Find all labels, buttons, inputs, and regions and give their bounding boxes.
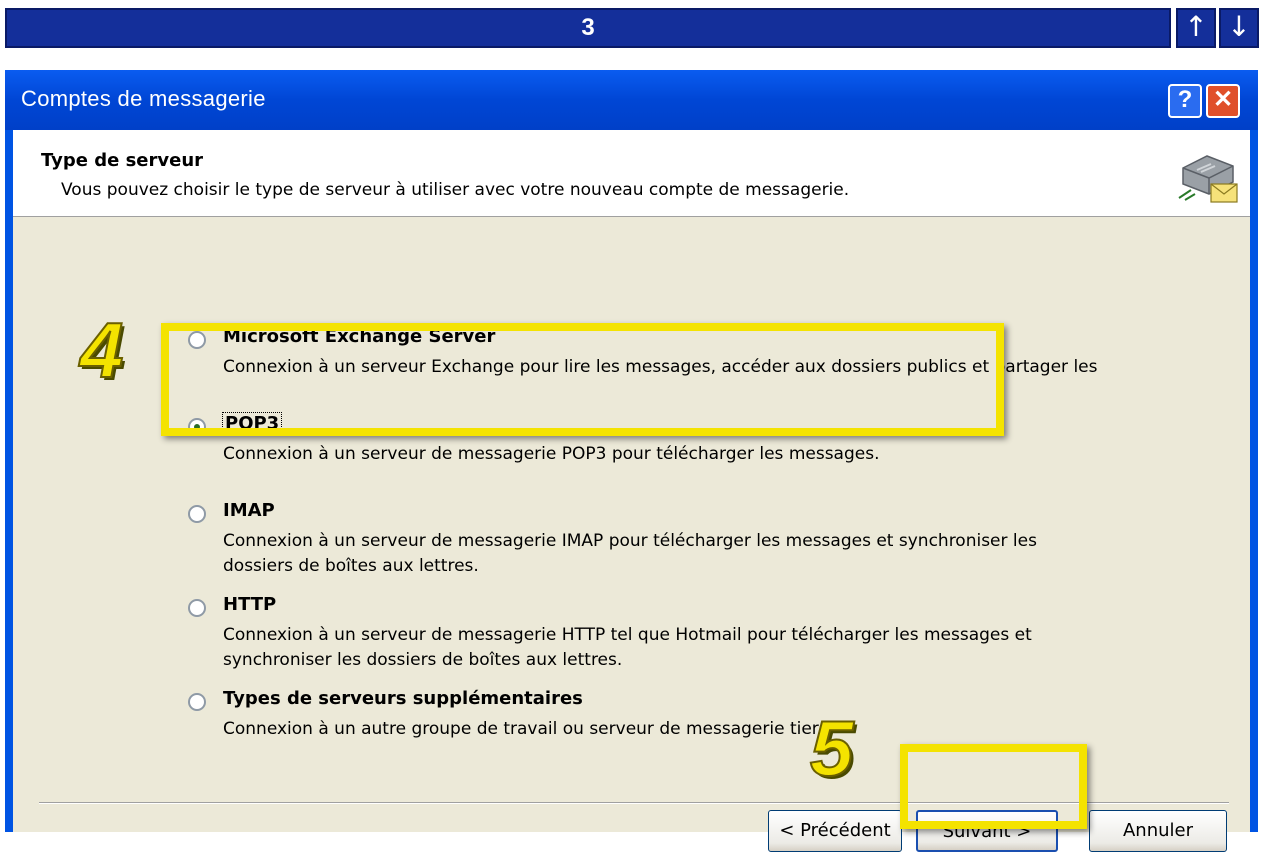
page-description: Vous pouvez choisir le type de serveur à… bbox=[61, 180, 850, 200]
next-step-arrow-button[interactable]: ↓ bbox=[1219, 8, 1259, 48]
close-button[interactable]: ✕ bbox=[1206, 84, 1240, 118]
step-number-bar: 3 bbox=[5, 8, 1171, 48]
pop3-description: Connexion à un serveur de messagerie POP… bbox=[223, 444, 880, 464]
arrow-up-icon: ↑ bbox=[1184, 10, 1208, 43]
window-title: Comptes de messagerie bbox=[21, 86, 266, 111]
arrow-down-icon: ↓ bbox=[1227, 10, 1251, 43]
previous-button[interactable]: < Précédent bbox=[768, 810, 902, 852]
http-radio[interactable] bbox=[188, 599, 206, 617]
imap-radio[interactable] bbox=[188, 505, 206, 523]
additional-types-label[interactable]: Types de serveurs supplémentaires bbox=[223, 688, 583, 709]
step-number: 3 bbox=[581, 14, 595, 41]
imap-label[interactable]: IMAP bbox=[223, 500, 275, 521]
additional-types-description: Connexion à un autre groupe de travail o… bbox=[223, 719, 834, 739]
title-bar: Comptes de messagerie ? ✕ bbox=[5, 70, 1258, 130]
cancel-button[interactable]: Annuler bbox=[1089, 810, 1227, 852]
http-description: Connexion à un serveur de messagerie HTT… bbox=[223, 625, 1032, 670]
previous-step-arrow-button[interactable]: ↑ bbox=[1176, 8, 1216, 48]
close-icon: ✕ bbox=[1212, 86, 1234, 113]
step-5-marker: 5 bbox=[809, 703, 854, 793]
help-button[interactable]: ? bbox=[1168, 84, 1202, 118]
dialog-client-area: Type de serveur Vous pouvez choisir le t… bbox=[13, 130, 1250, 852]
imap-description: Connexion à un serveur de messagerie IMA… bbox=[223, 531, 1037, 576]
email-accounts-dialog: Comptes de messagerie ? ✕ Type de serveu… bbox=[5, 70, 1258, 852]
wizard-header: Type de serveur Vous pouvez choisir le t… bbox=[13, 130, 1250, 217]
page-title: Type de serveur bbox=[41, 150, 204, 171]
step-4-marker: 4 bbox=[79, 305, 124, 395]
help-icon: ? bbox=[1177, 86, 1193, 113]
additional-types-radio[interactable] bbox=[188, 693, 206, 711]
pop3-highlight-box bbox=[161, 323, 1004, 436]
http-label[interactable]: HTTP bbox=[223, 594, 276, 615]
mail-server-icon bbox=[1178, 155, 1238, 203]
next-button-highlight-box bbox=[900, 744, 1087, 829]
